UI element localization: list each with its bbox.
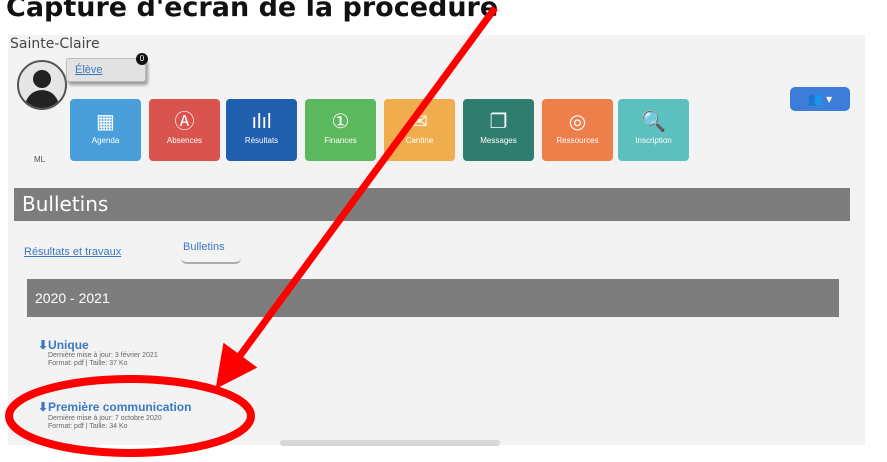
- annotation-overlay: [5, 5, 498, 457]
- annotation-arrow: [215, 5, 498, 389]
- annotation-ellipse: [5, 375, 255, 457]
